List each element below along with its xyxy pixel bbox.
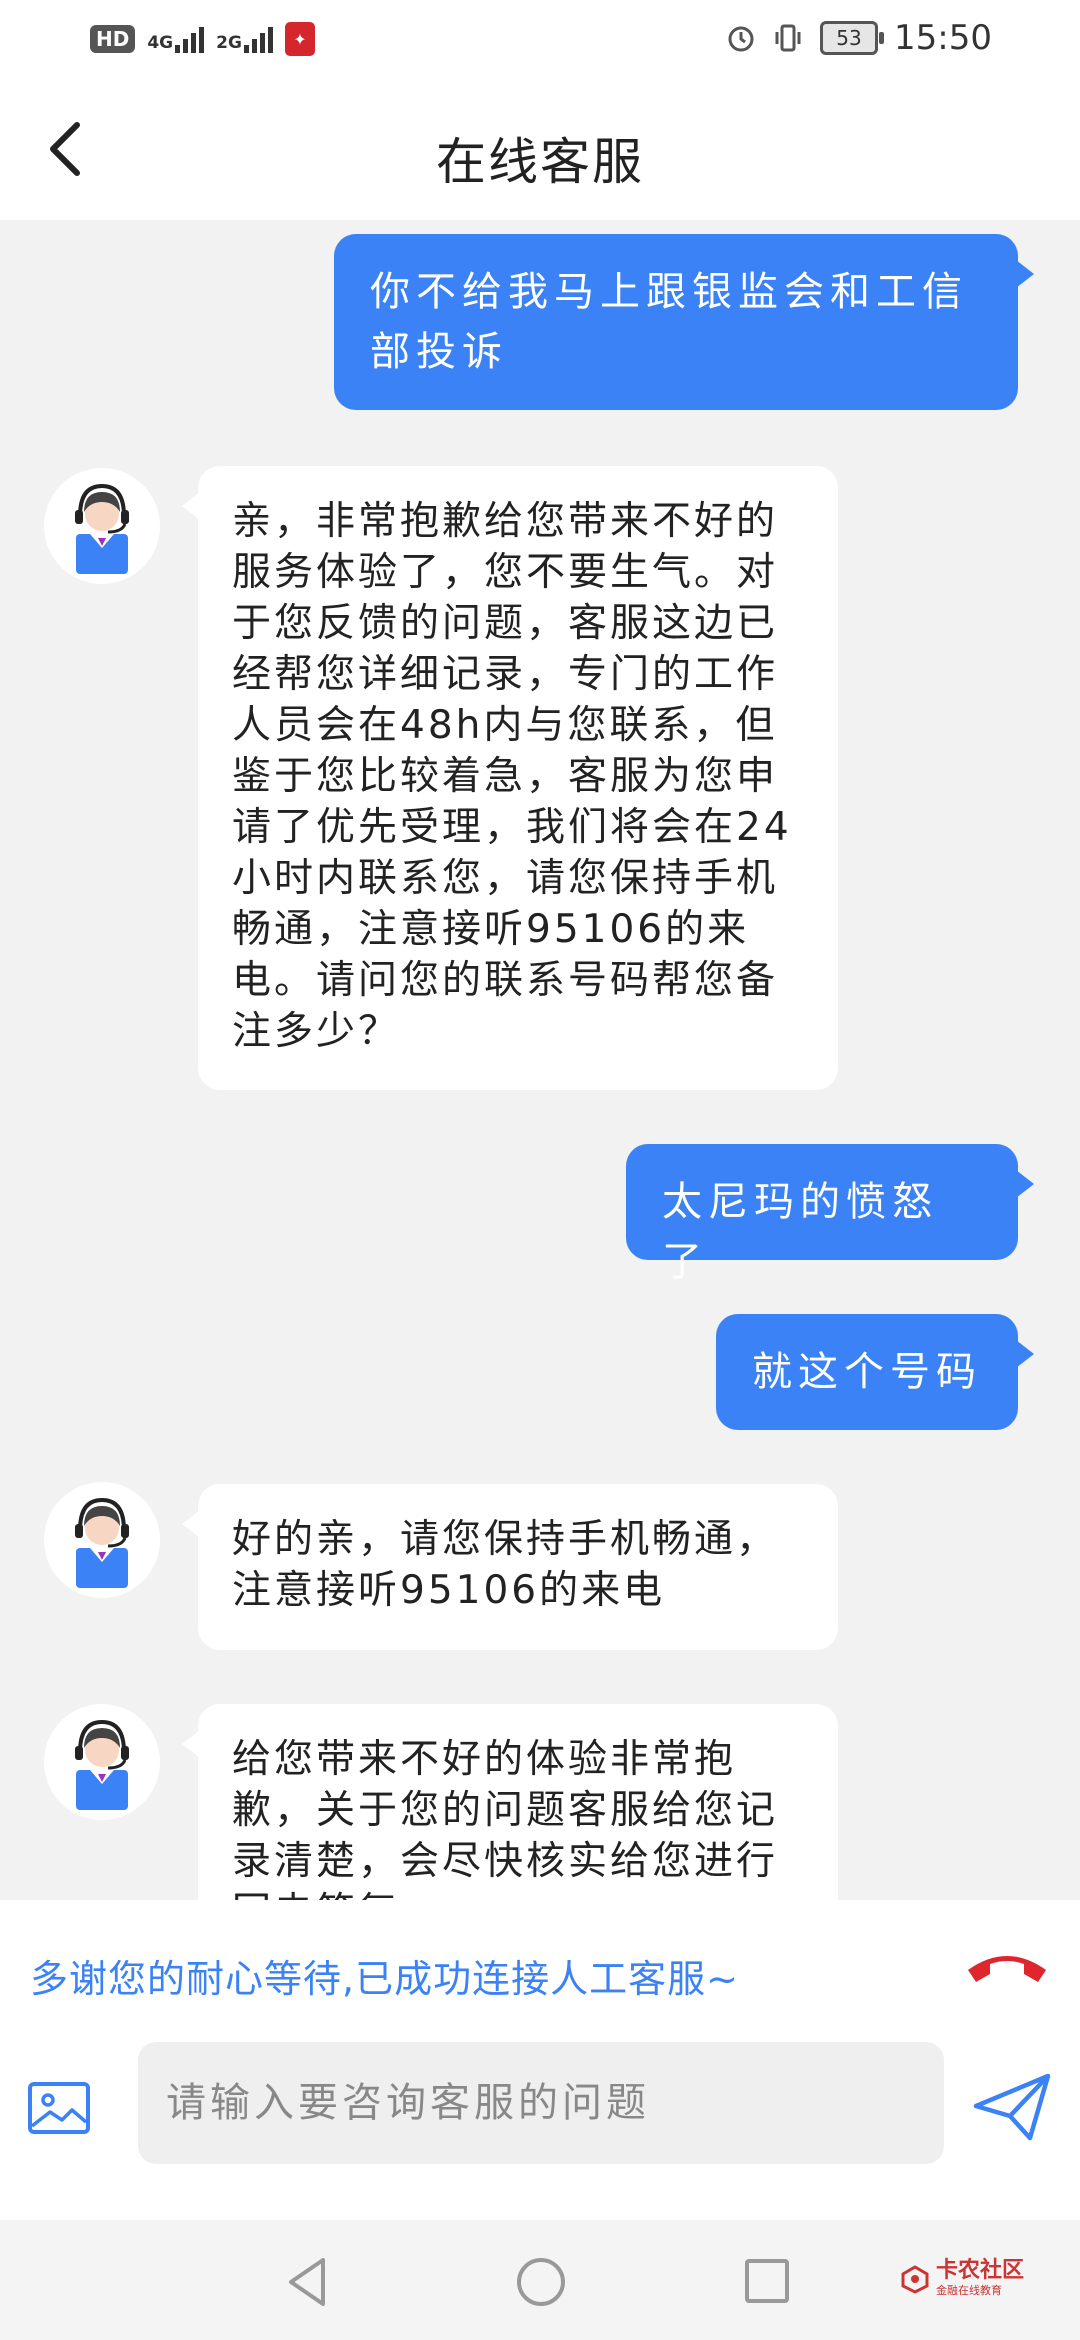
message-text: 太尼玛的愤怒了: [662, 1179, 938, 1285]
signal-4g: 4G: [147, 25, 205, 53]
system-nav-bar: 卡农社区 金融在线教育: [0, 2220, 1080, 2340]
status-bar: HD 4G 2G ✦ 53 15:50: [0, 0, 1080, 84]
net-label-2g: 2G: [216, 33, 242, 53]
clock: 15:50: [894, 18, 992, 58]
chat-area[interactable]: 你不给我马上跟银监会和工信部投诉 亲，非常抱歉给您带来不好的服务体验了，您不要生…: [0, 220, 1080, 1900]
message-text: 给您带来不好的体验非常抱歉，关于您的问题客服给您记录清楚，会尽快核实给您进行回电…: [232, 1737, 779, 1900]
message-bubble-user: 就这个号码: [716, 1314, 1034, 1430]
page-title: 在线客服: [436, 133, 644, 191]
message-text: 好的亲，请您保持手机畅通，注意接听95106的来电: [232, 1517, 779, 1613]
nav-back-button[interactable]: [285, 2256, 329, 2308]
alarm-icon: [726, 23, 756, 53]
watermark-subtext: 金融在线教育: [935, 2284, 1002, 2297]
watermark-text: 卡农社区: [935, 2258, 1024, 2283]
agent-avatar: [44, 1704, 160, 1820]
input-bar: [0, 2020, 1080, 2220]
watermark: 卡农社区 金融在线教育: [900, 2260, 1024, 2298]
message-input[interactable]: [138, 2042, 944, 2164]
message-bubble-agent: 好的亲，请您保持手机畅通，注意接听95106的来电: [182, 1484, 838, 1650]
message-text: 你不给我马上跟银监会和工信部投诉: [370, 269, 968, 375]
signal-bars-icon: [175, 25, 205, 53]
send-button[interactable]: [972, 2072, 1052, 2142]
signal-bars-icon: [243, 25, 273, 53]
triangle-back-icon: [289, 2258, 325, 2306]
circle-home-icon: [517, 2258, 565, 2306]
status-left: HD 4G 2G ✦: [90, 22, 315, 56]
message-bubble-user: 你不给我马上跟银监会和工信部投诉: [334, 234, 1034, 410]
battery-icon: 53: [820, 21, 885, 55]
image-button[interactable]: [26, 2080, 92, 2136]
agent-avatar: [44, 1482, 160, 1598]
square-recents-icon: [745, 2259, 789, 2303]
image-icon: [28, 2082, 90, 2134]
agent-avatar-icon: [75, 1497, 129, 1588]
message-bubble-user: 太尼玛的愤怒了: [626, 1144, 1034, 1285]
connection-status: 多谢您的耐心等待,已成功连接人工客服~: [30, 1957, 739, 2001]
vibrate-icon: [772, 22, 804, 54]
net-label-4g: 4G: [147, 33, 174, 53]
signal-2g: 2G: [216, 25, 273, 53]
connection-bar: 多谢您的耐心等待,已成功连接人工客服~: [0, 1900, 1080, 2040]
hangup-button[interactable]: [962, 1936, 1052, 1996]
message-text: 就这个号码: [752, 1349, 982, 1395]
message-bubble-agent: 亲，非常抱歉给您带来不好的服务体验了，您不要生气。对于您反馈的问题，客服这边已经…: [182, 466, 838, 1090]
agent-avatar-icon: [75, 1719, 129, 1810]
app-notification-icon: ✦: [284, 22, 315, 56]
nav-recents-button[interactable]: [744, 2258, 790, 2304]
message-bubble-agent: 给您带来不好的体验非常抱歉，关于您的问题客服给您记录清楚，会尽快核实给您进行回电…: [182, 1704, 838, 1900]
status-right: 53 15:50: [726, 18, 992, 58]
agent-avatar-icon: [75, 483, 129, 574]
message-text: 亲，非常抱歉给您带来不好的服务体验了，您不要生气。对于您反馈的问题，客服这边已经…: [232, 499, 792, 1054]
hd-badge: HD: [90, 25, 136, 53]
watermark-logo-icon: [901, 2265, 929, 2294]
nav-home-button[interactable]: [515, 2256, 567, 2308]
hangup-phone-icon: [968, 1956, 1046, 1982]
nav-header: 在线客服: [0, 84, 1080, 220]
send-icon: [973, 2073, 1051, 2141]
agent-avatar: [44, 468, 160, 584]
